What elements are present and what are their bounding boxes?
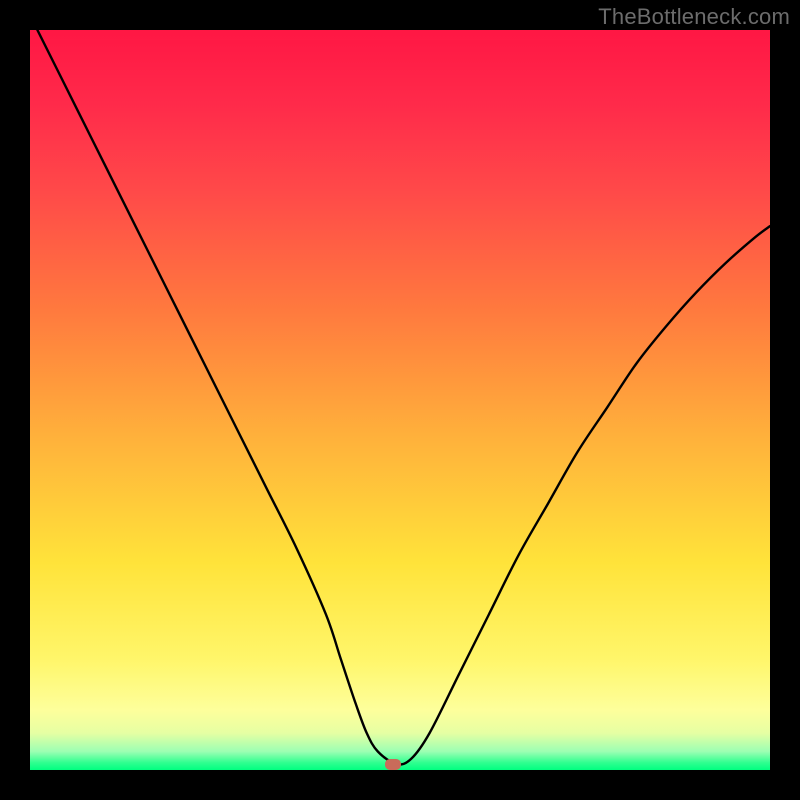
bottleneck-curve-path xyxy=(37,30,770,765)
chart-frame: TheBottleneck.com xyxy=(0,0,800,800)
watermark-text: TheBottleneck.com xyxy=(598,4,790,30)
plot-area xyxy=(30,30,770,770)
curve-svg xyxy=(30,30,770,770)
bottleneck-marker xyxy=(385,759,401,770)
